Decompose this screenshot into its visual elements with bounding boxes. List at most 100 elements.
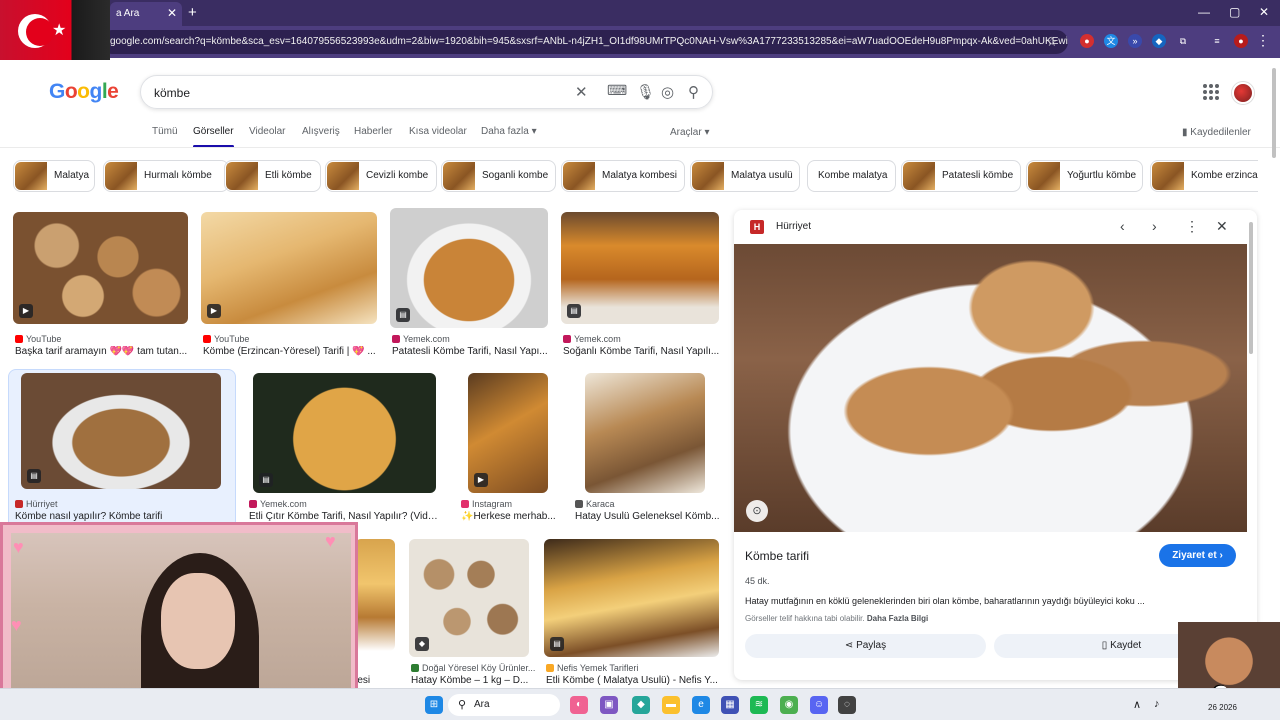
share-button[interactable]: ⋖ Paylaş <box>745 634 986 658</box>
tab-more[interactable]: Daha fazla ▾ <box>481 126 537 137</box>
chip[interactable]: Kombe malatya <box>807 160 896 192</box>
chip[interactable]: Malatya usulü <box>690 160 800 192</box>
app-icon-1[interactable]: ◐ <box>570 696 588 714</box>
lens-search-icon[interactable]: ⊙ <box>746 500 768 522</box>
microphone-icon[interactable]: 🎙 <box>636 83 655 101</box>
search-icon[interactable]: ⚲ <box>688 83 699 101</box>
webcam-feed <box>11 533 351 713</box>
search-box[interactable]: kömbe ✕ ⌨ 🎙 ◎ ⚲ <box>140 75 713 109</box>
tab-news[interactable]: Haberler <box>354 126 392 137</box>
image-result[interactable]: ◆ Doğal Yöresel Köy Ürünler... Hatay Köm… <box>409 539 535 689</box>
preview-image[interactable] <box>734 244 1247 532</box>
scrollbar-thumb[interactable] <box>1272 68 1276 158</box>
tab-images[interactable]: Görseller <box>193 126 234 137</box>
tab-short-videos[interactable]: Kısa videolar <box>409 126 467 137</box>
result-title: ✨Herkese merhab... <box>461 511 556 522</box>
microphone-tray-icon[interactable]: ♪ <box>1154 698 1160 710</box>
url-field[interactable]: google.com/search?q=kömbe&sca_esv=164079… <box>100 30 1068 54</box>
panel-scrollbar[interactable] <box>1249 222 1253 354</box>
result-source: YouTube <box>15 334 61 344</box>
chrome-icon[interactable]: ◉ <box>780 696 798 714</box>
image-result[interactable]: etesi <box>349 539 395 689</box>
close-icon[interactable]: ✕ <box>1216 218 1228 235</box>
image-result[interactable]: ▤ Yemek.com Soğanlı Kömbe Tarifi, Nasıl … <box>561 212 719 360</box>
tab-videos[interactable]: Videolar <box>249 126 286 137</box>
chip[interactable]: Kombe erzinca <box>1150 160 1258 192</box>
extensions-puzzle-icon[interactable]: ⧉ <box>1176 34 1190 48</box>
chip[interactable]: Hurmalı kömbe <box>103 160 229 192</box>
webcam-person-face <box>161 573 235 669</box>
chip[interactable]: Soganli kombe <box>441 160 556 192</box>
image-result[interactable]: ▶ YouTube Kömbe (Erzincan-Yöresel) Tarif… <box>201 212 377 360</box>
close-window-button[interactable]: ✕ <box>1259 5 1269 19</box>
tab-shopping[interactable]: Alışveriş <box>302 126 340 137</box>
avatar[interactable] <box>1232 82 1254 104</box>
panel-title[interactable]: Kömbe tarifi <box>745 549 809 563</box>
result-title: Kömbe (Erzincan-Yöresel) Tarifi | 💖 ... <box>203 346 376 357</box>
store-icon[interactable]: ▦ <box>721 696 739 714</box>
lens-icon[interactable]: ◎ <box>661 83 674 101</box>
panel-source[interactable]: Hürriyet <box>776 221 811 232</box>
taskbar-search[interactable]: ⚲ Ara <box>448 694 560 716</box>
extension-icon-2[interactable]: 文 <box>1104 34 1118 48</box>
app-icon-3[interactable]: ◌ <box>838 696 856 714</box>
image-result[interactable]: ▶ YouTube Başka tarif aramayın 💖💖 tam tu… <box>13 212 188 360</box>
chip[interactable]: Patatesli kömbe <box>901 160 1021 192</box>
browser-tab[interactable]: a Ara ✕ <box>110 2 182 26</box>
address-bar: google.com/search?q=kömbe&sca_esv=164079… <box>0 26 1280 58</box>
chip[interactable]: Yoğurtlu kömbe <box>1026 160 1143 192</box>
discord-icon[interactable]: ☺ <box>810 696 828 714</box>
apps-grid-icon[interactable] <box>1203 84 1219 100</box>
image-result-selected[interactable]: ▤ Hürriyet Kömbe nasıl yapılır? Kömbe ta… <box>13 373 228 523</box>
keyboard-icon[interactable]: ⌨ <box>607 82 627 99</box>
google-logo[interactable]: Google <box>49 80 119 104</box>
maximize-button[interactable]: ▢ <box>1229 5 1240 19</box>
edge-icon[interactable]: e <box>692 696 710 714</box>
minimize-button[interactable]: — <box>1198 5 1210 19</box>
taskbar: ⊞ ⚲ Ara ◐ ▣ ◆ ▬ e ▦ ≋ ◉ ☺ ◌ ∧ ♪ 26 2026 <box>0 688 1280 720</box>
chip[interactable]: Etli kömbe <box>224 160 321 192</box>
image-result[interactable]: ▤ Yemek.com Patatesli Kömbe Tarifi, Nası… <box>390 208 548 360</box>
search-input[interactable]: kömbe <box>154 86 190 100</box>
tray-chevron-icon[interactable]: ∧ <box>1133 698 1141 711</box>
page-scrollbar[interactable] <box>1270 62 1278 688</box>
windows-start-icon[interactable]: ⊞ <box>425 696 443 714</box>
image-result[interactable]: Karaca Hatay Usulü Geleneksel Kömb... <box>573 373 720 523</box>
reading-list-icon[interactable]: ≡ <box>1210 34 1224 48</box>
copilot-icon[interactable]: ◆ <box>632 696 650 714</box>
extension-icon-3[interactable]: » <box>1128 34 1142 48</box>
result-source: Hürriyet <box>15 499 58 509</box>
result-thumbnail <box>585 373 705 493</box>
result-title: Başka tarif aramayın 💖💖 tam tutan... <box>15 346 188 357</box>
profile-icon[interactable]: ● <box>1234 34 1248 48</box>
extension-icon-4[interactable]: ◆ <box>1152 34 1166 48</box>
tab-all[interactable]: Tümü <box>152 126 178 137</box>
browser-menu-icon[interactable]: ⋮ <box>1256 32 1270 49</box>
app-icon-2[interactable]: ▣ <box>600 696 618 714</box>
saved-button[interactable]: ▮ Kaydedilenler <box>1182 127 1251 138</box>
clear-icon[interactable]: ✕ <box>575 83 588 101</box>
file-explorer-icon[interactable]: ▬ <box>662 696 680 714</box>
share-icon: ⋖ <box>844 640 857 651</box>
visit-button[interactable]: Ziyaret et › <box>1159 544 1236 567</box>
image-result[interactable]: ▤ Yemek.com Etli Çıtır Kömbe Tarifi, Nas… <box>247 373 443 523</box>
more-options-icon[interactable]: ⋮ <box>1185 218 1199 235</box>
chip[interactable]: Cevizli kombe <box>325 160 437 192</box>
learn-more-link[interactable]: Daha Fazla Bilgi <box>867 614 928 623</box>
result-thumbnail <box>355 539 395 651</box>
chip-thumbnail <box>692 162 724 190</box>
result-source: Yemek.com <box>563 334 621 344</box>
extension-icon-1[interactable]: ● <box>1080 34 1094 48</box>
copyright-notice: Görseller telif hakkına tabi olabilir. D… <box>745 614 929 623</box>
tab-close-icon[interactable]: ✕ <box>167 6 177 20</box>
tools-button[interactable]: Araçlar ▾ <box>670 127 709 138</box>
image-result[interactable]: ▤ Nefis Yemek Tarifleri Etli Kömbe ( Mal… <box>544 539 719 689</box>
image-result[interactable]: ▶ Instagram ✨Herkese merhab... <box>459 373 556 523</box>
spotify-icon[interactable]: ≋ <box>750 696 768 714</box>
chip-thumbnail <box>15 162 47 190</box>
previous-icon[interactable]: ‹ <box>1120 218 1125 234</box>
chip[interactable]: Malatya kombesi <box>561 160 685 192</box>
next-icon[interactable]: › <box>1152 218 1157 234</box>
new-tab-button[interactable]: + <box>188 4 197 21</box>
chip[interactable]: Malatya <box>13 160 95 192</box>
